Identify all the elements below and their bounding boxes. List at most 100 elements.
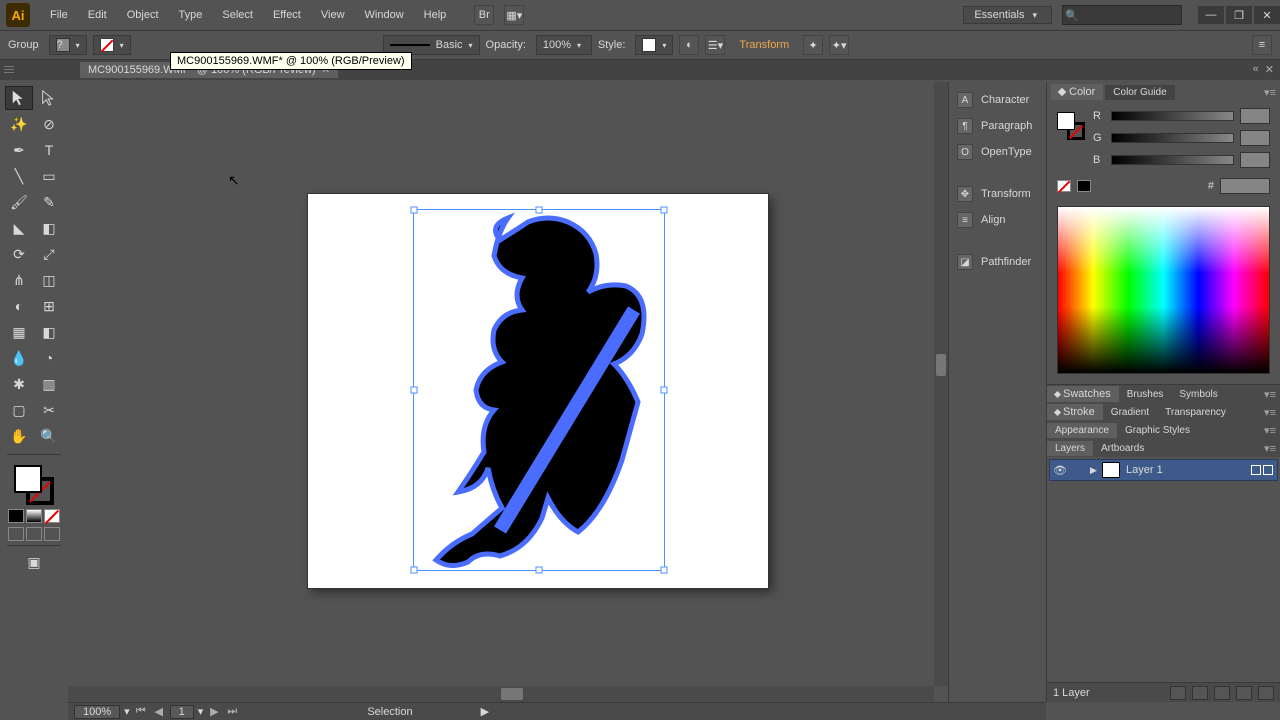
panel-align[interactable]: ≡Align: [949, 208, 1046, 232]
bridge-icon[interactable]: Br: [474, 5, 494, 25]
panel-transform[interactable]: ✥Transform: [949, 182, 1046, 206]
prev-artboard-icon[interactable]: ◀: [152, 705, 166, 718]
width-tool[interactable]: ⋔: [5, 268, 33, 292]
eraser-tool[interactable]: ◧: [35, 216, 63, 240]
handle-sonw[interactable]: [411, 567, 418, 574]
selection-tool[interactable]: [5, 86, 33, 110]
tab-brushes[interactable]: Brushes: [1119, 387, 1172, 402]
artboard-number-input[interactable]: 1: [170, 705, 194, 719]
tab-layers[interactable]: Layers: [1047, 441, 1093, 456]
next-artboard-icon[interactable]: ▶: [207, 705, 221, 718]
layer-target-icon[interactable]: [1251, 465, 1261, 475]
delete-layer-icon[interactable]: [1258, 686, 1274, 700]
window-maximize-icon[interactable]: ❐: [1226, 6, 1252, 24]
artboard-tool[interactable]: ▢: [5, 398, 33, 422]
tab-stroke[interactable]: Stroke: [1047, 404, 1103, 420]
paintbrush-tool[interactable]: 🖌: [5, 190, 33, 214]
handle-se[interactable]: [661, 567, 668, 574]
panel-opentype[interactable]: OOpenType: [949, 140, 1046, 164]
gradient-mode-icon[interactable]: [26, 509, 42, 523]
draw-inside-icon[interactable]: [44, 527, 60, 541]
r-value-input[interactable]: [1240, 108, 1270, 124]
tab-color[interactable]: Color: [1051, 84, 1103, 100]
handle-e[interactable]: [661, 387, 668, 394]
recolor-artwork-icon[interactable]: ◐: [679, 35, 699, 55]
layer-name[interactable]: Layer 1: [1126, 464, 1163, 476]
tab-color-guide[interactable]: Color Guide: [1105, 85, 1174, 100]
line-tool[interactable]: ╲: [5, 164, 33, 188]
magic-wand-tool[interactable]: ✨: [5, 112, 33, 136]
canvas-area[interactable]: ↖: [68, 82, 948, 702]
window-close-icon[interactable]: ✕: [1254, 6, 1280, 24]
menu-help[interactable]: Help: [414, 0, 457, 30]
panel-paragraph[interactable]: ¶Paragraph: [949, 114, 1046, 138]
color-spectrum[interactable]: [1057, 206, 1270, 374]
make-clipping-mask-icon[interactable]: [1192, 686, 1208, 700]
isolate-icon[interactable]: ✦: [803, 35, 823, 55]
draw-behind-icon[interactable]: [26, 527, 42, 541]
free-transform-tool[interactable]: ◫: [35, 268, 63, 292]
none-mode-icon[interactable]: [44, 509, 60, 523]
workspace-switcher[interactable]: Essentials: [963, 6, 1052, 24]
none-swatch-icon[interactable]: [1057, 180, 1071, 192]
tab-appearance[interactable]: Appearance: [1047, 423, 1117, 438]
graphic-style-control[interactable]: ▾: [635, 35, 673, 55]
opacity-input[interactable]: 100%▾: [536, 35, 592, 55]
panel-character[interactable]: ACharacter: [949, 88, 1046, 112]
new-sublayer-icon[interactable]: [1214, 686, 1230, 700]
menu-window[interactable]: Window: [355, 0, 414, 30]
tab-gradient[interactable]: Gradient: [1103, 405, 1157, 420]
g-slider[interactable]: [1111, 133, 1234, 143]
draw-normal-icon[interactable]: [8, 527, 24, 541]
menu-effect[interactable]: Effect: [263, 0, 311, 30]
vertical-scrollbar[interactable]: [934, 82, 948, 686]
tabstrip-collapse-icon[interactable]: «: [1253, 63, 1259, 76]
handle-nw[interactable]: [411, 207, 418, 214]
swatches-menu-icon[interactable]: ▾≡: [1264, 388, 1276, 401]
blend-tool[interactable]: ◔: [35, 346, 63, 370]
rotate-tool[interactable]: ⟳: [5, 242, 33, 266]
first-artboard-icon[interactable]: ⏮: [134, 705, 148, 718]
menu-select[interactable]: Select: [212, 0, 263, 30]
direct-selection-tool[interactable]: [35, 86, 63, 110]
handle-ne[interactable]: [661, 207, 668, 214]
fill-stroke-control[interactable]: [14, 465, 54, 505]
select-similar-icon[interactable]: ✦▾: [829, 35, 849, 55]
tab-swatches[interactable]: Swatches: [1047, 386, 1119, 402]
color-mode-icon[interactable]: [8, 509, 24, 523]
scale-tool[interactable]: ⤢: [35, 242, 63, 266]
menu-edit[interactable]: Edit: [78, 0, 117, 30]
black-swatch-icon[interactable]: [1077, 180, 1091, 192]
column-graph-tool[interactable]: ▥: [35, 372, 63, 396]
rectangle-tool[interactable]: ▭: [35, 164, 63, 188]
zoom-tool[interactable]: 🔍: [35, 424, 63, 448]
g-value-input[interactable]: [1240, 130, 1270, 146]
screen-mode-icon[interactable]: ▣: [20, 550, 48, 574]
lasso-tool[interactable]: ⊘: [35, 112, 63, 136]
eyedropper-tool[interactable]: 💧: [5, 346, 33, 370]
menu-view[interactable]: View: [311, 0, 355, 30]
gradient-tool[interactable]: ◧: [35, 320, 63, 344]
type-tool[interactable]: T: [35, 138, 63, 162]
handle-w[interactable]: [411, 387, 418, 394]
hand-tool[interactable]: ✋: [5, 424, 33, 448]
layers-menu-icon[interactable]: ▾≡: [1264, 442, 1276, 455]
tab-graphic-styles[interactable]: Graphic Styles: [1117, 423, 1198, 438]
layer-row[interactable]: 👁 ▶ Layer 1: [1049, 459, 1278, 481]
tab-transparency[interactable]: Transparency: [1157, 405, 1234, 420]
arrange-docs-icon[interactable]: ▦▾: [504, 5, 524, 25]
stroke-color-control[interactable]: ▾: [93, 35, 131, 55]
layer-twirl-icon[interactable]: ▶: [1090, 465, 1102, 476]
tabstrip-close-icon[interactable]: ✕: [1265, 63, 1274, 76]
transform-link[interactable]: Transform: [731, 39, 797, 51]
window-minimize-icon[interactable]: —: [1198, 6, 1224, 24]
hex-input[interactable]: [1220, 178, 1270, 194]
pen-tool[interactable]: ✒: [5, 138, 33, 162]
fill-color-control[interactable]: ?▾: [49, 35, 87, 55]
align-icon[interactable]: ☰▾: [705, 35, 725, 55]
menu-type[interactable]: Type: [169, 0, 213, 30]
b-slider[interactable]: [1111, 155, 1234, 165]
horizontal-scrollbar[interactable]: [68, 686, 934, 702]
handle-s[interactable]: [536, 567, 543, 574]
zoom-level-input[interactable]: 100%: [74, 705, 120, 719]
